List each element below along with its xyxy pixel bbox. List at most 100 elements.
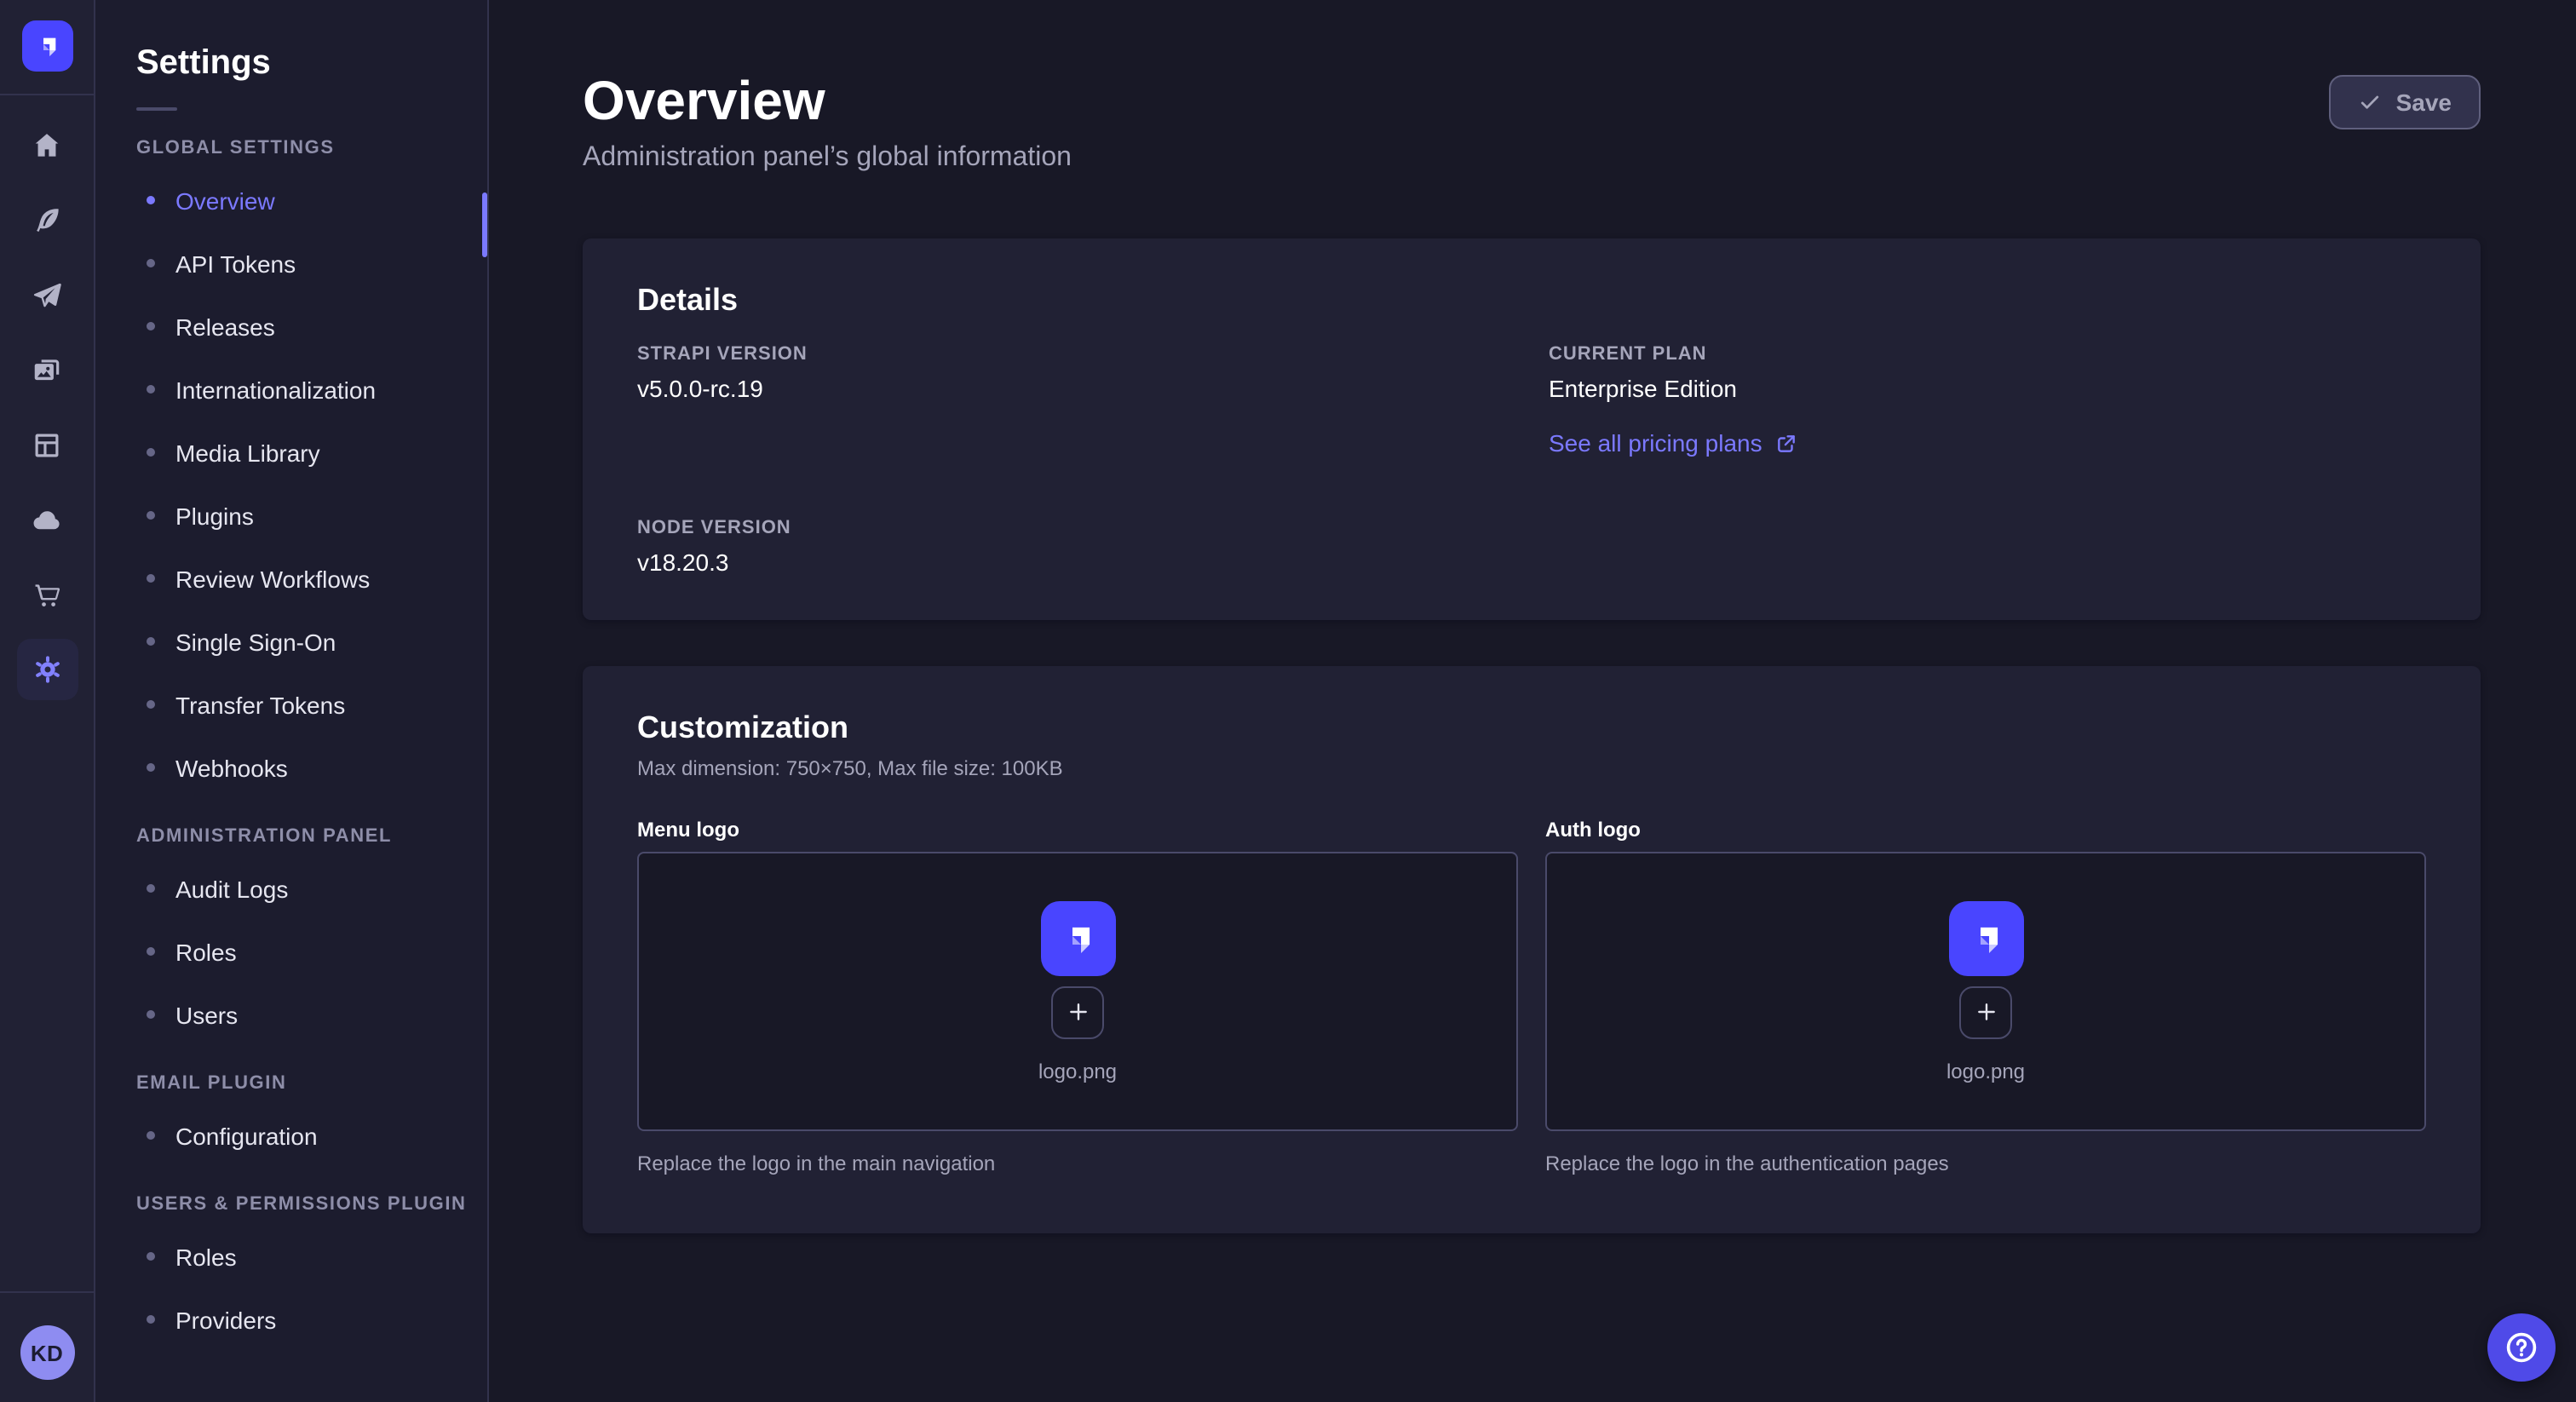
main-nav-home[interactable]	[16, 114, 78, 175]
settings-nav-item-label: Releases	[175, 313, 275, 340]
layout-icon	[31, 428, 63, 461]
settings-nav-item-label: Webhooks	[175, 754, 288, 781]
subnav-scrollbar-thumb[interactable]	[482, 192, 487, 257]
logo-grid: Menu logo	[637, 818, 2426, 1175]
page-header: Overview Administration panel’s global i…	[583, 68, 2481, 174]
nav-section: EMAIL PLUGIN Configuration	[95, 1073, 487, 1167]
strapi-logo-icon	[1962, 914, 2010, 962]
main-nav-content-type-builder[interactable]	[16, 414, 78, 475]
subnav-title-rule	[136, 107, 177, 111]
main-content: Overview Administration panel’s global i…	[489, 0, 2576, 1402]
user-avatar[interactable]: KD	[20, 1325, 74, 1380]
strapi-logo[interactable]	[21, 20, 72, 72]
home-icon	[31, 129, 63, 161]
settings-nav-item-internationalization[interactable]: Internationalization	[95, 358, 487, 421]
check-icon	[2359, 90, 2383, 114]
customization-card: Customization Max dimension: 750×750, Ma…	[583, 666, 2481, 1233]
bullet-icon	[147, 637, 155, 646]
main-nav-marketplace[interactable]	[16, 564, 78, 625]
settings-nav-item-single-sign-on[interactable]: Single Sign-On	[95, 610, 487, 673]
nav-section-title: EMAIL PLUGIN	[95, 1073, 487, 1094]
settings-nav-item-overview[interactable]: Overview	[95, 169, 487, 232]
subnav-sections: GLOBAL SETTINGSOverviewAPI TokensRelease…	[95, 138, 487, 1351]
paper-plane-icon	[31, 279, 63, 311]
bullet-icon	[147, 884, 155, 893]
settings-nav-item-providers[interactable]: Providers	[95, 1288, 487, 1351]
auth-logo-filename: logo.png	[1946, 1059, 2025, 1083]
settings-nav-item-media-library[interactable]: Media Library	[95, 421, 487, 484]
settings-nav-item-roles[interactable]: Roles	[95, 920, 487, 983]
main-nav-cloud[interactable]	[16, 489, 78, 550]
strapi-logo-icon	[30, 29, 64, 63]
nav-section: GLOBAL SETTINGSOverviewAPI TokensRelease…	[95, 138, 487, 799]
pricing-plans-link[interactable]: See all pricing plans	[1549, 429, 1798, 457]
subnav-title: Settings	[95, 44, 487, 83]
node-version-value: v18.20.3	[637, 549, 1549, 576]
auth-logo-field: Auth logo	[1545, 818, 2426, 1175]
node-version-field: NODE VERSION v18.20.3	[637, 518, 1549, 576]
node-version-label: NODE VERSION	[637, 518, 1549, 538]
external-link-icon	[1776, 432, 1798, 454]
nav-section-title: USERS & PERMISSIONS PLUGIN	[95, 1194, 487, 1215]
plus-icon	[1064, 998, 1091, 1026]
bullet-icon	[147, 763, 155, 772]
pricing-plans-link-label: See all pricing plans	[1549, 429, 1762, 457]
settings-nav-item-audit-logs[interactable]: Audit Logs	[95, 857, 487, 920]
feather-icon	[31, 204, 63, 236]
settings-nav-item-label: Roles	[175, 1243, 237, 1270]
strapi-logo-icon	[1054, 914, 1101, 962]
bullet-icon	[147, 700, 155, 709]
menu-logo-hint: Replace the logo in the main navigation	[637, 1152, 1518, 1175]
strapi-admin-app: KD Settings GLOBAL SETTINGSOverviewAPI T…	[0, 0, 2576, 1402]
page-title: Overview	[583, 68, 1072, 133]
main-nav-icons	[16, 114, 78, 714]
strapi-version-value: v5.0.0-rc.19	[637, 375, 1549, 402]
settings-nav-item-label: Media Library	[175, 439, 320, 466]
save-button[interactable]: Save	[2330, 75, 2481, 129]
bullet-icon	[147, 1010, 155, 1019]
settings-nav-item-releases[interactable]: Releases	[95, 295, 487, 358]
help-button[interactable]	[2487, 1313, 2556, 1382]
menu-logo-filename: logo.png	[1038, 1059, 1117, 1083]
bullet-icon	[147, 385, 155, 394]
bullet-icon	[147, 448, 155, 457]
settings-nav-item-label: Overview	[175, 187, 275, 214]
settings-nav-item-label: Review Workflows	[175, 565, 370, 592]
current-plan-value: Enterprise Edition	[1549, 375, 2426, 402]
rail-divider	[0, 94, 95, 95]
settings-nav-item-label: API Tokens	[175, 250, 296, 277]
bullet-icon	[147, 574, 155, 583]
main-nav-releases[interactable]	[16, 264, 78, 325]
settings-nav-item-api-tokens[interactable]: API Tokens	[95, 232, 487, 295]
menu-logo-add-button[interactable]	[1051, 985, 1104, 1038]
cloud-icon	[31, 503, 63, 536]
auth-logo-dropzone[interactable]: logo.png	[1545, 852, 2426, 1131]
bullet-icon	[147, 196, 155, 204]
settings-nav-item-roles[interactable]: Roles	[95, 1225, 487, 1288]
plus-icon	[1972, 998, 1999, 1026]
settings-nav-item-label: Configuration	[175, 1122, 318, 1149]
settings-nav-item-configuration[interactable]: Configuration	[95, 1104, 487, 1167]
main-nav-settings[interactable]	[16, 639, 78, 700]
bullet-icon	[147, 1252, 155, 1261]
settings-nav-item-transfer-tokens[interactable]: Transfer Tokens	[95, 673, 487, 736]
settings-nav-item-users[interactable]: Users	[95, 983, 487, 1046]
settings-nav-item-review-workflows[interactable]: Review Workflows	[95, 547, 487, 610]
settings-nav-item-label: Plugins	[175, 502, 254, 529]
details-card: Details STRAPI VERSION v5.0.0-rc.19 CURR…	[583, 238, 2481, 620]
auth-logo-label: Auth logo	[1545, 818, 2426, 842]
page-subtitle: Administration panel’s global informatio…	[583, 143, 1072, 174]
settings-nav-item-webhooks[interactable]: Webhooks	[95, 736, 487, 799]
settings-nav-item-plugins[interactable]: Plugins	[95, 484, 487, 547]
settings-nav-item-label: Providers	[175, 1306, 276, 1333]
bullet-icon	[147, 1315, 155, 1324]
menu-logo-dropzone[interactable]: logo.png	[637, 852, 1518, 1131]
main-nav-media-library[interactable]	[16, 339, 78, 400]
main-nav-rail: KD	[0, 0, 95, 1402]
main-nav-content-manager[interactable]	[16, 189, 78, 250]
menu-logo-preview	[1040, 900, 1115, 975]
customization-constraints: Max dimension: 750×750, Max file size: 1…	[637, 756, 2426, 780]
question-mark-icon	[2503, 1329, 2540, 1366]
settings-nav-item-label: Audit Logs	[175, 875, 288, 902]
auth-logo-add-button[interactable]	[1959, 985, 2012, 1038]
